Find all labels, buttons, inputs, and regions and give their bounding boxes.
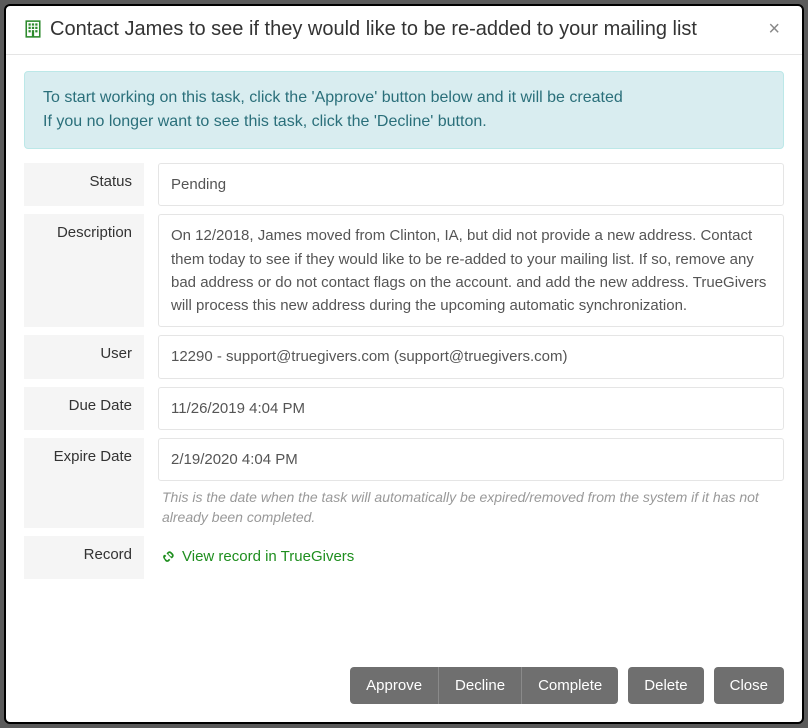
due-date-value: 11/26/2019 4:04 PM [158, 387, 784, 430]
complete-button[interactable]: Complete [521, 667, 618, 704]
link-icon [162, 549, 176, 563]
field-description: Description On 12/2018, James moved from… [24, 214, 784, 327]
field-label: Due Date [24, 387, 144, 430]
field-user: User 12290 - support@truegivers.com (sup… [24, 335, 784, 378]
view-record-link[interactable]: View record in TrueGivers [162, 545, 354, 568]
view-record-link-text: View record in TrueGivers [182, 545, 354, 568]
field-label: User [24, 335, 144, 378]
close-icon[interactable]: × [764, 18, 784, 41]
action-button-group: Approve Decline Complete [350, 667, 618, 704]
field-label: Expire Date [24, 438, 144, 528]
delete-button[interactable]: Delete [628, 667, 703, 704]
field-record: Record View record in TrueGivers [24, 536, 784, 580]
field-expire-date: Expire Date 2/19/2020 4:04 PM This is th… [24, 438, 784, 528]
field-due-date: Due Date 11/26/2019 4:04 PM [24, 387, 784, 430]
field-label: Record [24, 536, 144, 580]
info-banner: To start working on this task, click the… [24, 71, 784, 149]
modal-backdrop: Contact James to see if they would like … [0, 0, 808, 728]
close-button[interactable]: Close [714, 667, 784, 704]
modal-header: Contact James to see if they would like … [6, 6, 802, 55]
modal-footer: Approve Decline Complete Delete Close [6, 653, 802, 722]
field-label: Status [24, 163, 144, 206]
modal-body: To start working on this task, click the… [6, 55, 802, 653]
info-banner-line: If you no longer want to see this task, … [43, 110, 765, 134]
info-banner-line: To start working on this task, click the… [43, 86, 765, 110]
task-modal: Contact James to see if they would like … [4, 4, 804, 724]
modal-title: Contact James to see if they would like … [50, 16, 764, 42]
building-icon [24, 20, 42, 38]
field-status: Status Pending [24, 163, 784, 206]
status-value: Pending [158, 163, 784, 206]
expire-date-value: 2/19/2020 4:04 PM [158, 438, 784, 481]
expire-date-hint: This is the date when the task will auto… [158, 487, 784, 528]
user-value: 12290 - support@truegivers.com (support@… [158, 335, 784, 378]
decline-button[interactable]: Decline [438, 667, 521, 704]
description-value: On 12/2018, James moved from Clinton, IA… [158, 214, 784, 327]
approve-button[interactable]: Approve [350, 667, 438, 704]
field-label: Description [24, 214, 144, 327]
